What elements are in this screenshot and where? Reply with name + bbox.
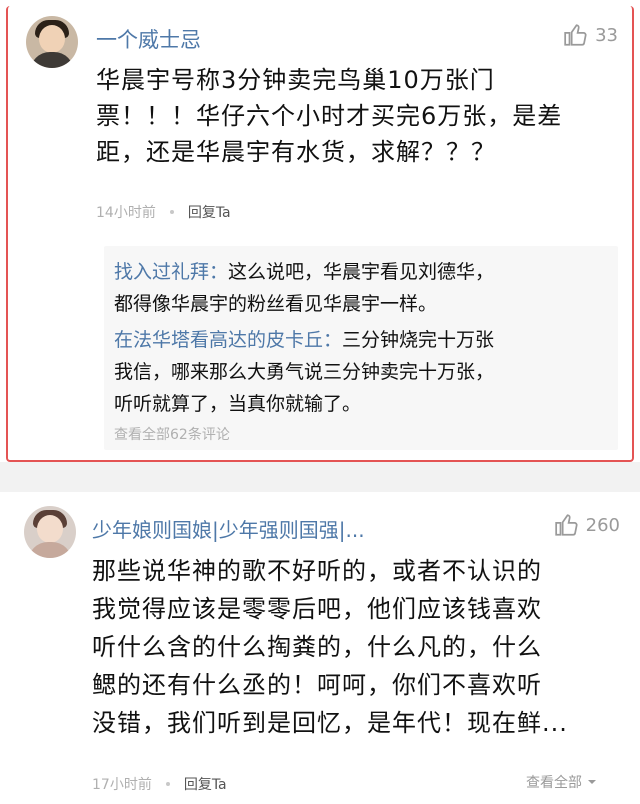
comment-text: 华晨宇号称3分钟卖完鸟巢10万张门 票！！！华仔六个小时才买完6万张，是差 距，… [96, 62, 562, 170]
timestamp: 17小时前 [92, 777, 152, 793]
like-count: 260 [585, 514, 620, 536]
separator-dot [169, 210, 174, 214]
reply-text: 都得像华晨宇的粉丝看见华晨宇一样。 [114, 293, 438, 315]
comment-line: 没错，我们听到是回忆，是年代！现在鲜... [92, 709, 568, 737]
reply-author[interactable]: 在法华塔看高达的皮卡丘 [114, 329, 323, 351]
reply-text: 这么说吧，华晨宇看见刘德华， [228, 261, 495, 283]
comment-line: 距，还是华晨宇有水货，求解？？？ [96, 138, 496, 166]
like-button[interactable]: 33 [563, 22, 618, 48]
reply-text: 听听就算了，当真你就输了。 [114, 393, 362, 415]
reply-text: 三分钟烧完十万张 [342, 329, 495, 351]
comment-line: 听什么含的什么掏粪的，什么凡的，什么 [92, 633, 542, 661]
reply-separator: ： [323, 329, 343, 351]
section-divider [0, 462, 640, 492]
reply-text: 我信，哪来那么大勇气说三分钟卖完十万张， [114, 361, 495, 383]
comment-card-2: 少年娘则国娘|少年强则国强|... 260 那些说华神的歌不好听的，或者不认识的… [6, 494, 634, 802]
avatar[interactable] [24, 506, 76, 558]
thumbs-up-icon [554, 514, 578, 536]
avatar[interactable] [26, 16, 78, 68]
reply-item: 我信，哪来那么大勇气说三分钟卖完十万张， [114, 356, 610, 388]
reply-item: 在法华塔看高达的皮卡丘：三分钟烧完十万张 [114, 324, 610, 356]
reply-button[interactable]: 回复Ta [184, 774, 227, 794]
comment-line: 票！！！华仔六个小时才买完6万张，是差 [96, 102, 563, 130]
chevron-down-icon [588, 780, 596, 784]
comment-meta: 17小时前 回复Ta [92, 774, 227, 794]
comment-line: 我觉得应该是零零后吧，他们应该钱喜欢 [92, 595, 542, 623]
view-all-label: 查看全部 [526, 775, 582, 791]
view-all-link[interactable]: 查看全部 [526, 772, 598, 792]
like-button[interactable]: 260 [554, 512, 620, 538]
like-count: 33 [595, 24, 618, 46]
reply-author[interactable]: 找入过礼拜 [114, 261, 209, 283]
comment-line: 华晨宇号称3分钟卖完鸟巢10万张门 [96, 66, 495, 94]
thumbs-up-icon [564, 24, 587, 46]
reply-item: 都得像华晨宇的粉丝看见华晨宇一样。 [114, 288, 610, 320]
comment-line: 那些说华神的歌不好听的，或者不认识的 [92, 557, 542, 585]
reply-separator: ： [209, 261, 229, 283]
reply-button[interactable]: 回复Ta [188, 202, 231, 222]
comment-text: 那些说华神的歌不好听的，或者不认识的 我觉得应该是零零后吧，他们应该钱喜欢 听什… [92, 552, 568, 742]
comment-card-1: 一个威士忌 33 华晨宇号称3分钟卖完鸟巢10万张门 票！！！华仔六个小时才买完… [6, 6, 634, 462]
username[interactable]: 一个威士忌 [96, 24, 201, 54]
reply-item: 找入过礼拜：这么说吧，华晨宇看见刘德华， [114, 256, 610, 288]
comment-meta: 14小时前 回复Ta [96, 202, 231, 222]
reply-item: 听听就算了，当真你就输了。 [114, 388, 610, 420]
username[interactable]: 少年娘则国娘|少年强则国强|... [92, 514, 365, 543]
separator-dot [165, 782, 170, 786]
comment-line: 鳃的还有什么丞的！呵呵，你们不喜欢听 [92, 671, 542, 699]
replies-box: 找入过礼拜：这么说吧，华晨宇看见刘德华， 都得像华晨宇的粉丝看见华晨宇一样。 在… [104, 246, 618, 450]
view-all-replies-link[interactable]: 查看全部62条评论 [114, 424, 230, 444]
timestamp: 14小时前 [96, 205, 156, 221]
